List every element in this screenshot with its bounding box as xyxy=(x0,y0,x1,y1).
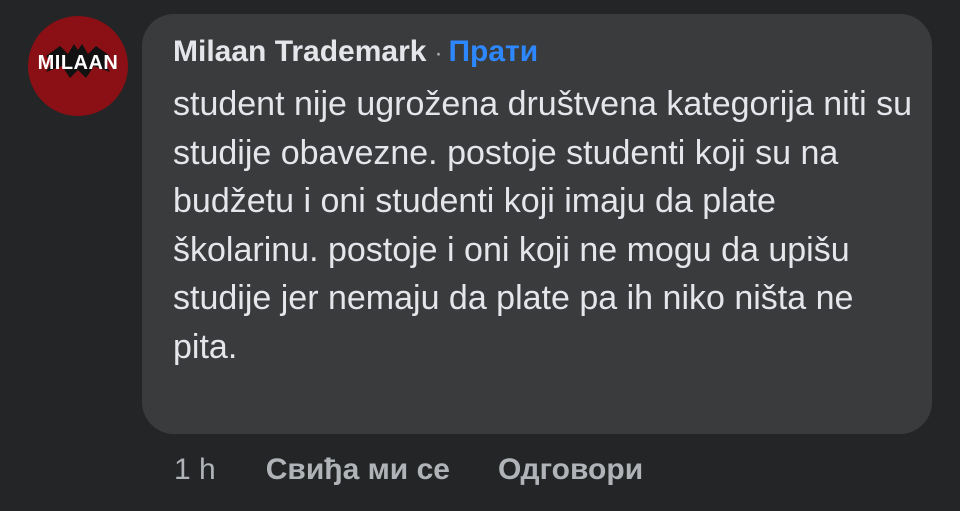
author-name[interactable]: Milaan Trademark xyxy=(173,35,426,68)
reply-button[interactable]: Одговори xyxy=(498,453,643,487)
avatar-logo-text: MILAAN xyxy=(37,52,119,74)
comment-header: Milaan Trademark · Прати xyxy=(173,34,902,72)
comment-actions: 1 h Свиђа ми се Одговори xyxy=(174,448,643,492)
comment-text: student nije ugrožena društvena kategori… xyxy=(173,85,913,366)
like-button[interactable]: Свиђа ми се xyxy=(266,453,450,487)
separator-dot: · xyxy=(434,40,443,67)
timestamp[interactable]: 1 h xyxy=(174,453,216,487)
comment-bubble: Milaan Trademark · Прати student nije ugro… xyxy=(142,14,932,434)
avatar[interactable]: MILAAN xyxy=(28,16,128,116)
follow-button[interactable]: Прати xyxy=(448,35,538,68)
comment: MILAAN Milaan Trademark · Прати student ni… xyxy=(0,0,960,511)
